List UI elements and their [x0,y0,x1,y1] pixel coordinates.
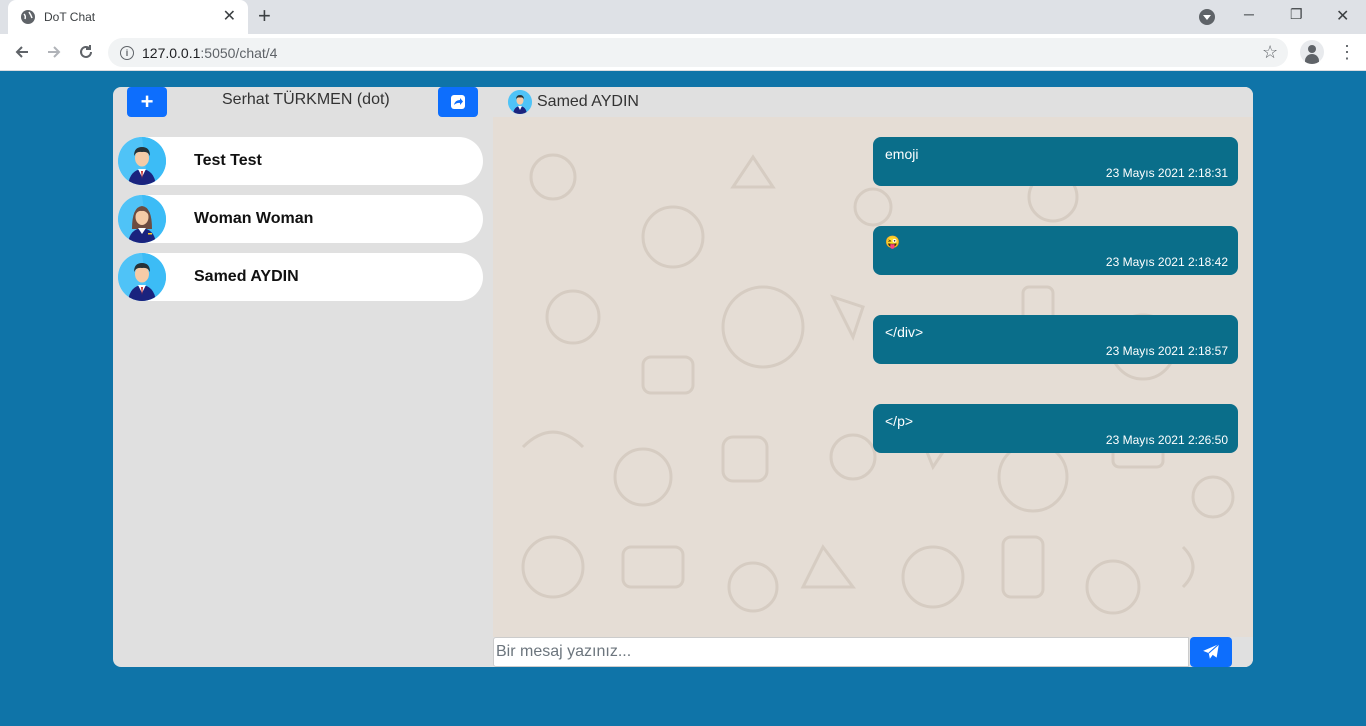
globe-icon [21,10,35,24]
send-button[interactable] [1190,637,1232,667]
man-avatar-icon [118,253,166,301]
message-text: </p> [885,413,914,429]
share-button[interactable] [438,87,478,117]
chat-background-pattern [521,145,1235,615]
paper-plane-icon [1203,643,1220,659]
message-input[interactable] [493,637,1189,667]
man-avatar-icon [118,137,166,185]
message-text: </div> [885,324,924,340]
window-close-icon[interactable]: ✕ [1336,6,1349,26]
message-bubble: </div> 23 Mayıs 2021 2:18:57 [873,315,1238,364]
message-bubble: 😜 23 Mayıs 2021 2:18:42 [873,226,1238,275]
url-host: 127.0.0.1 [142,44,201,61]
chat-app: + Serhat TÜRKMEN (dot) Test Test Woman W… [113,87,1253,667]
contact-name: Test Test [194,152,262,169]
tab-close-icon[interactable]: ✕ [223,9,236,25]
sidebar: + Serhat TÜRKMEN (dot) Test Test Woman W… [113,87,493,667]
forward-icon[interactable] [42,40,66,64]
message-time: 23 Mayıs 2021 2:18:57 [1105,344,1228,358]
message-bubble: </p> 23 Mayıs 2021 2:26:50 [873,404,1238,453]
woman-avatar-icon [118,195,166,243]
contact-name: Woman Woman [194,210,314,227]
back-icon[interactable] [10,40,34,64]
sidebar-header: + Serhat TÜRKMEN (dot) [113,87,493,137]
message-time: 23 Mayıs 2021 2:26:50 [1105,433,1228,447]
restore-icon[interactable]: ❐ [1290,6,1303,23]
tab-title: DoT Chat [44,10,96,24]
bookmark-star-icon[interactable]: ☆ [1262,42,1278,62]
avatar [118,195,166,243]
url-path: :5050/chat/4 [200,44,278,61]
message-composer [493,637,1253,667]
contact-name: Samed AYDIN [194,268,299,285]
chat-partner-avatar [508,90,532,114]
chat-header: Samed AYDIN [493,87,1253,117]
add-contact-button[interactable]: + [127,87,167,117]
share-icon [451,95,465,109]
man-avatar-icon [508,90,532,114]
message-time: 23 Mayıs 2021 2:18:31 [1105,166,1228,180]
chat-partner-name: Samed AYDIN [537,93,639,110]
contact-item[interactable]: Samed AYDIN [118,253,483,301]
new-tab-icon[interactable]: + [258,5,271,27]
account-icon[interactable] [1300,40,1324,64]
browser-tab[interactable]: DoT Chat ✕ [8,0,248,34]
contact-item[interactable]: Woman Woman [118,195,483,243]
browser-tabbar: DoT Chat ✕ + ─ ❐ ✕ [0,0,1366,34]
reload-icon[interactable] [74,40,98,64]
browser-menu-icon[interactable]: ⋮ [1338,42,1356,62]
tab-search-icon[interactable] [1199,9,1215,25]
message-text: 😜 [885,235,900,249]
site-info-icon[interactable]: i [120,45,134,60]
chat-panel: Samed AYDIN emoji 23 Mayıs 2021 2:18:31 … [493,87,1253,667]
browser-toolbar: i 127.0.0.1:5050/chat/4 ☆ ⋮ [0,34,1366,71]
message-list[interactable]: emoji 23 Mayıs 2021 2:18:31 😜 23 Mayıs 2… [493,117,1253,637]
current-user-name: Serhat TÜRKMEN (dot) [222,91,390,108]
message-bubble: emoji 23 Mayıs 2021 2:18:31 [873,137,1238,186]
avatar [118,137,166,185]
minimize-icon[interactable]: ─ [1244,6,1254,22]
contact-item[interactable]: Test Test [118,137,483,185]
plus-icon: + [140,89,154,114]
address-bar[interactable]: i 127.0.0.1:5050/chat/4 [108,38,1288,67]
message-text: emoji [885,146,919,162]
avatar [118,253,166,301]
message-time: 23 Mayıs 2021 2:18:42 [1105,255,1228,269]
